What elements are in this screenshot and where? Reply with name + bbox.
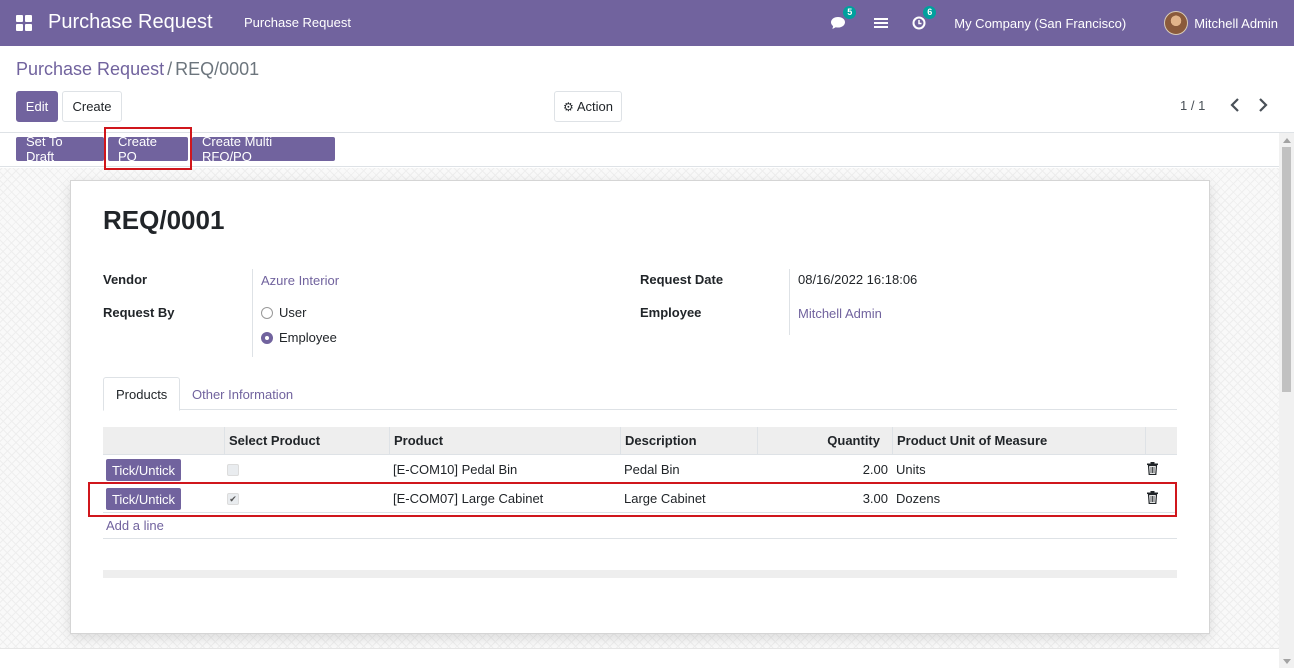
action-button[interactable]: ⚙ Action (554, 91, 622, 122)
scroll-thumb[interactable] (1282, 147, 1291, 392)
radio-user-dot[interactable] (261, 306, 273, 319)
user-menu[interactable]: Mitchell Admin (1164, 11, 1278, 35)
table-footer-bar (103, 570, 1177, 578)
create-button[interactable]: Create (62, 91, 122, 122)
tab-other-information[interactable]: Other Information (180, 377, 305, 411)
table-row[interactable]: Tick/Untick ✔ [E-COM07] Large Cabinet La… (103, 484, 1177, 513)
notebook-tabs: Products Other Information (103, 377, 1177, 411)
chat-icon (831, 17, 846, 29)
scroll-down-arrow-icon[interactable] (1283, 659, 1291, 664)
systray: 5 6 My Company (San Francisco) Mitchell … (830, 0, 1294, 46)
add-line-link[interactable]: Add a line (106, 518, 164, 533)
breadcrumb-parent[interactable]: Purchase Request (16, 59, 164, 79)
radio-user[interactable]: User (261, 305, 306, 320)
app-title: Purchase Request (48, 11, 213, 33)
create-multi-rfq-po-button[interactable]: Create Multi RFQ/PO (192, 134, 335, 164)
scroll-up-arrow-icon[interactable] (1283, 138, 1291, 143)
pager-value[interactable]: 1 / 1 (1180, 98, 1205, 113)
tab-products[interactable]: Products (103, 377, 180, 411)
action-label: Action (576, 99, 613, 114)
left-group-divider (252, 269, 253, 357)
chevron-left-icon[interactable] (1229, 96, 1241, 114)
row-quantity[interactable]: 3.00 (757, 484, 892, 513)
row-description[interactable]: Pedal Bin (620, 455, 684, 484)
header-actions (1145, 427, 1177, 455)
activities-badge: 6 (923, 6, 937, 19)
create-po-button[interactable]: Create PO (108, 134, 188, 164)
menu-purchase-request[interactable]: Purchase Request (244, 15, 351, 30)
vendor-label: Vendor (103, 272, 148, 287)
request-date-field[interactable]: 08/16/2022 16:18:06 (798, 272, 917, 287)
messages-badge: 5 (843, 6, 857, 19)
header-quantity[interactable]: Quantity (757, 427, 892, 455)
set-to-draft-button[interactable]: Set To Draft (16, 134, 104, 164)
edit-button[interactable]: Edit (16, 91, 58, 122)
bottom-strip (0, 648, 1279, 668)
row-uom[interactable]: Dozens (892, 484, 944, 513)
quick-menu-button[interactable] (874, 17, 889, 29)
select-product-checkbox[interactable]: ✔ (227, 493, 239, 505)
top-navbar: Purchase Request Purchase Request 5 6 My… (0, 0, 1294, 46)
avatar (1164, 11, 1189, 35)
user-name: Mitchell Admin (1194, 15, 1278, 31)
apps-menu-icon[interactable] (16, 15, 32, 31)
employee-field[interactable]: Mitchell Admin (798, 306, 882, 321)
scrollbar[interactable] (1279, 133, 1294, 668)
header-select-product[interactable]: Select Product (224, 427, 389, 455)
breadcrumb-separator: / (167, 59, 173, 79)
tick-untick-button[interactable]: Tick/Untick (106, 459, 181, 481)
chevron-right-icon[interactable] (1257, 96, 1269, 114)
trash-icon[interactable] (1147, 491, 1158, 504)
table-row[interactable]: Tick/Untick [E-COM10] Pedal Bin Pedal Bi… (103, 455, 1177, 484)
add-line-row: Add a line (103, 513, 1177, 539)
header-product[interactable]: Product (389, 427, 620, 455)
row-uom[interactable]: Units (892, 455, 930, 484)
breadcrumb: Purchase Request / REQ/0001 (16, 59, 259, 80)
select-product-checkbox[interactable] (227, 464, 239, 476)
vendor-field[interactable]: Azure Interior (261, 273, 339, 288)
messages-button[interactable]: 5 (830, 6, 857, 30)
radio-employee-dot[interactable] (261, 331, 273, 344)
trash-icon[interactable] (1147, 462, 1158, 475)
request-by-label: Request By (103, 305, 175, 320)
company-switcher[interactable]: My Company (San Francisco) (954, 16, 1126, 31)
row-product[interactable]: [E-COM10] Pedal Bin (389, 455, 521, 484)
checkmark-icon: ✔ (229, 493, 237, 504)
header-uom[interactable]: Product Unit of Measure (892, 427, 1145, 455)
clock-icon (912, 16, 926, 30)
breadcrumb-current: REQ/0001 (175, 59, 260, 79)
radio-employee[interactable]: Employee (261, 330, 337, 345)
products-table: Select Product Product Description Quant… (103, 427, 1177, 539)
list-icon (874, 18, 889, 28)
record-title: REQ/0001 (103, 205, 225, 235)
employee-label: Employee (640, 305, 702, 320)
request-date-label: Request Date (640, 272, 724, 287)
row-product[interactable]: [E-COM07] Large Cabinet (389, 484, 547, 513)
row-quantity[interactable]: 2.00 (757, 455, 892, 484)
form-sheet: REQ/0001 Vendor Azure Interior Request B… (70, 180, 1210, 634)
gear-icon: ⚙ (563, 99, 574, 114)
radio-employee-label: Employee (279, 330, 337, 345)
table-header: Select Product Product Description Quant… (103, 427, 1177, 455)
right-group-divider (789, 269, 790, 335)
activities-button[interactable]: 6 (912, 6, 937, 30)
status-bar: Set To Draft Create PO Create Multi RFQ/… (0, 133, 1294, 167)
radio-user-label: User (279, 305, 307, 320)
row-description[interactable]: Large Cabinet (620, 484, 710, 513)
header-description[interactable]: Description (620, 427, 757, 455)
tick-untick-button[interactable]: Tick/Untick (106, 488, 181, 510)
